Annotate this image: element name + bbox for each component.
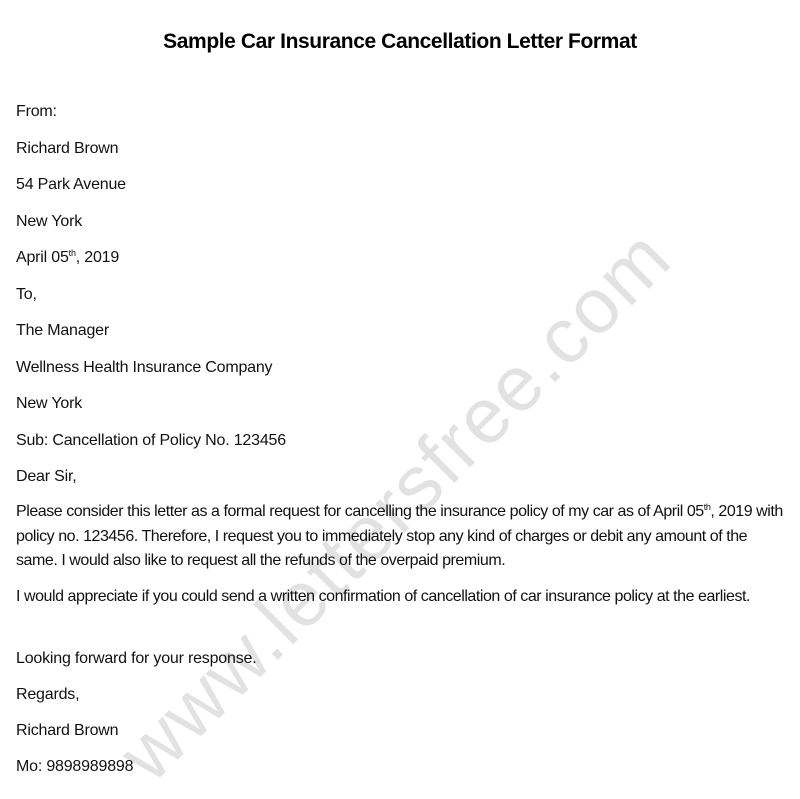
recipient-title: The Manager [16,322,109,339]
from-label: From: [16,103,57,120]
recipient-company: Wellness Health Insurance Company [16,359,273,376]
sender-name: Richard Brown [16,140,119,157]
body-paragraph-2: I would appreciate if you could send a w… [16,588,751,605]
closing-name: Richard Brown [16,722,119,739]
letter-date: April 05th, 2019 [16,248,119,268]
date-suffix: th [68,248,76,258]
recipient-city: New York [16,395,82,412]
subject-line: Sub: Cancellation of Policy No. 123456 [16,432,286,449]
page-title: Sample Car Insurance Cancellation Letter… [163,30,637,53]
body-paragraph-3: Looking forward for your response. [16,650,257,667]
date-rest: , 2019 [75,249,120,266]
body-paragraph-1: Please consider this letter as a formal … [16,500,786,574]
date-prefix: April 05 [16,249,69,266]
sender-city: New York [16,213,82,230]
p1-part1: Please consider this letter as a formal … [16,503,704,520]
closing-phone: Mo: 9898989898 [16,758,134,775]
closing-regards: Regards, [16,686,80,703]
sender-address: 54 Park Avenue [16,176,126,193]
salutation: Dear Sir, [16,468,77,485]
to-label: To, [16,286,37,303]
letter-page: www.lettersfree.com Sample Car Insurance… [0,0,800,797]
